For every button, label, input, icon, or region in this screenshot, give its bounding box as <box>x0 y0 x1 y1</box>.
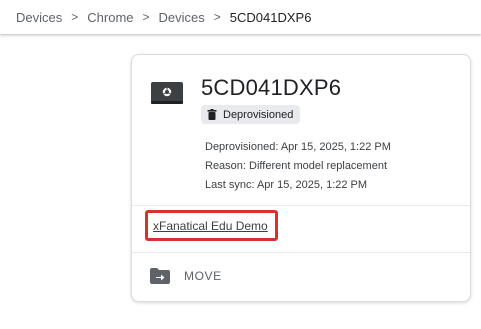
breadcrumb-separator: > <box>142 10 150 24</box>
deprovision-reason: Reason: Different model replacement <box>205 160 388 172</box>
device-title: 5CD041DXP6 <box>201 75 342 100</box>
main-content: 5CD041DXP6 Deprovisioned Deprovisioned: … <box>0 34 481 329</box>
breadcrumb-separator: > <box>71 10 79 24</box>
device-card: 5CD041DXP6 Deprovisioned Deprovisioned: … <box>131 54 471 302</box>
breadcrumb: Devices > Chrome > Devices > 5CD041DXP6 <box>0 0 481 34</box>
deprovisioned-date: Deprovisioned: Apr 15, 2025, 1:22 PM <box>205 141 391 153</box>
divider <box>132 205 470 206</box>
move-label: MOVE <box>184 269 222 283</box>
folder-move-icon <box>150 268 170 284</box>
breadcrumb-item-chrome-devices[interactable]: Devices <box>159 10 205 25</box>
org-unit-link[interactable]: xFanatical Edu Demo <box>153 219 268 233</box>
trash-icon <box>207 109 217 120</box>
breadcrumb-separator: > <box>213 10 221 24</box>
chromebook-icon <box>151 82 183 104</box>
move-button[interactable]: MOVE <box>150 265 222 287</box>
device-details: Deprovisioned: Apr 15, 2025, 1:22 PM Rea… <box>205 138 391 195</box>
breadcrumb-item-chrome[interactable]: Chrome <box>87 10 133 25</box>
org-unit-highlight: xFanatical Edu Demo <box>145 210 278 241</box>
status-badge: Deprovisioned <box>201 105 301 124</box>
divider <box>132 252 470 253</box>
last-sync: Last sync: Apr 15, 2025, 1:22 PM <box>205 179 368 191</box>
breadcrumb-item-devices[interactable]: Devices <box>16 10 62 25</box>
breadcrumb-current-device: 5CD041DXP6 <box>229 9 312 25</box>
status-label: Deprovisioned <box>223 108 294 121</box>
